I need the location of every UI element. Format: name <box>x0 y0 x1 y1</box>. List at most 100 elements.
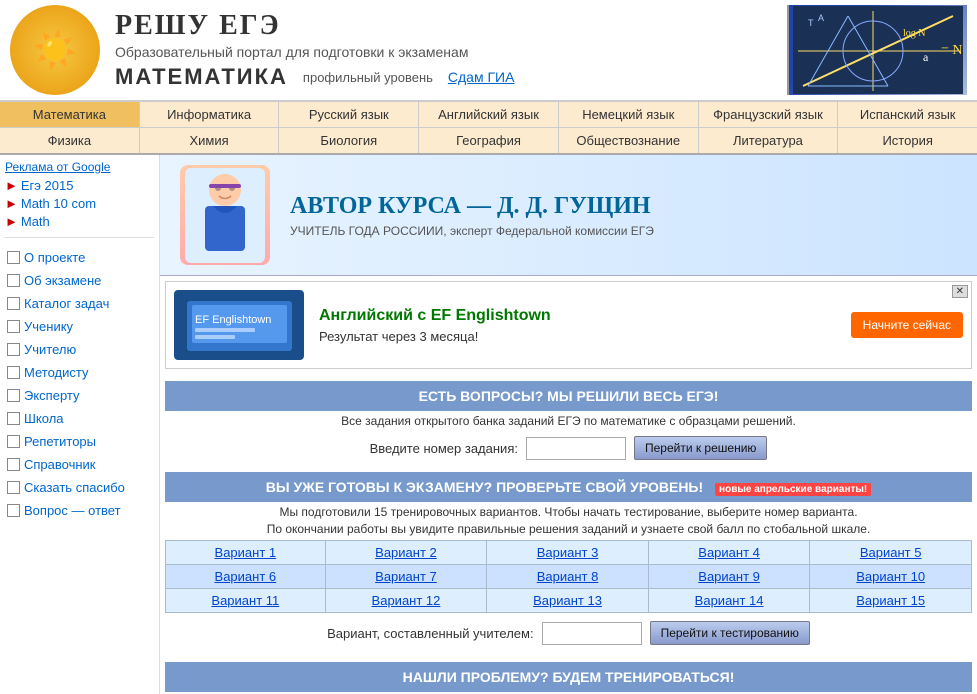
checkbox-tutors <box>7 435 20 448</box>
variants-row-1: Вариант 1 Вариант 2 Вариант 3 Вариант 4 … <box>166 541 972 565</box>
sidebar-reference[interactable]: Справочник <box>5 453 154 476</box>
ad-item-ege[interactable]: ► Егэ 2015 <box>5 178 154 193</box>
task-number-input[interactable] <box>526 437 626 460</box>
variant-cell: Вариант 8 <box>487 565 649 589</box>
nav-english[interactable]: Английский язык <box>419 102 559 127</box>
sidebar-label-thanks: Сказать спасибо <box>24 480 125 495</box>
checkbox-school <box>7 412 20 425</box>
sidebar-label-about: О проекте <box>24 250 85 265</box>
variant-4-link[interactable]: Вариант 4 <box>698 545 760 560</box>
checkbox-reference <box>7 458 20 471</box>
nav-geography[interactable]: География <box>419 128 559 153</box>
sidebar-label-reference: Справочник <box>24 457 96 472</box>
sidebar-label-student: Ученику <box>24 319 73 334</box>
sidebar-teacher[interactable]: Учителю <box>5 338 154 361</box>
sidebar-catalog[interactable]: Каталог задач <box>5 292 154 315</box>
svg-text:EF Englishtown: EF Englishtown <box>195 314 271 326</box>
sidebar-school[interactable]: Школа <box>5 407 154 430</box>
checkbox-teacher <box>7 343 20 356</box>
sidebar-label-tutors: Репетиторы <box>24 434 96 449</box>
header-math-row: МАТЕМАТИКА профильный уровень Сдам ГИА <box>115 64 787 90</box>
ads-label[interactable]: Реклама от Google <box>5 160 154 174</box>
variant-7-link[interactable]: Вариант 7 <box>375 569 437 584</box>
variant-11-link[interactable]: Вариант 11 <box>211 593 279 608</box>
exam-sub1: Мы подготовили 15 тренировочных варианто… <box>165 505 972 519</box>
nav-literature[interactable]: Литература <box>699 128 839 153</box>
variant-12-link[interactable]: Вариант 12 <box>372 593 441 608</box>
sidebar-qa[interactable]: Вопрос — ответ <box>5 499 154 522</box>
task-input-row: Введите номер задания: Перейти к решению <box>165 436 972 460</box>
nav-spanish[interactable]: Испанский язык <box>838 102 977 127</box>
variant-cell: Вариант 9 <box>648 565 810 589</box>
sidebar-methodist[interactable]: Методисту <box>5 361 154 384</box>
nav-social[interactable]: Обществознание <box>559 128 699 153</box>
ad-item-math[interactable]: ► Math <box>5 214 154 229</box>
nav-german[interactable]: Немецкий язык <box>559 102 699 127</box>
header-text: РЕШУ ЕГЭ Образовательный портал для подг… <box>115 10 787 90</box>
sidebar-expert[interactable]: Эксперту <box>5 384 154 407</box>
section-exam: ВЫ УЖЕ ГОТОВЫ К ЭКЗАМЕНУ? ПРОВЕРЬТЕ СВОЙ… <box>160 470 977 655</box>
sidebar: Реклама от Google ► Егэ 2015 ► Math 10 c… <box>0 155 160 694</box>
variant-3-link[interactable]: Вариант 3 <box>537 545 599 560</box>
sidebar-label-school: Школа <box>24 411 64 426</box>
header-decoration: log N a = N T A <box>787 5 967 95</box>
variant-13-link[interactable]: Вариант 13 <box>533 593 602 608</box>
variant-15-link[interactable]: Вариант 15 <box>856 593 925 608</box>
checkbox-exam <box>7 274 20 287</box>
variant-14-link[interactable]: Вариант 14 <box>695 593 764 608</box>
go-to-solution-button[interactable]: Перейти к решению <box>634 436 767 460</box>
nav-math[interactable]: Математика <box>0 102 140 127</box>
variant-cell: Вариант 4 <box>648 541 810 565</box>
ef-start-button[interactable]: Начните сейчас <box>851 312 963 338</box>
variant-6-link[interactable]: Вариант 6 <box>215 569 277 584</box>
task-input-label: Введите номер задания: <box>370 441 518 456</box>
svg-text:A: A <box>818 13 824 23</box>
author-image <box>180 165 270 265</box>
questions-header: ЕСТЬ ВОПРОСЫ? МЫ РЕШИЛИ ВЕСЬ ЕГЭ! <box>165 381 972 411</box>
sidebar-label-teacher: Учителю <box>24 342 76 357</box>
nav-chemistry[interactable]: Химия <box>140 128 280 153</box>
site-title: РЕШУ ЕГЭ <box>115 10 787 42</box>
variant-2-link[interactable]: Вариант 2 <box>375 545 437 560</box>
variant-cell: Вариант 3 <box>487 541 649 565</box>
checkbox-student <box>7 320 20 333</box>
nav-history[interactable]: История <box>838 128 977 153</box>
ad-item-math10[interactable]: ► Math 10 com <box>5 196 154 211</box>
train-header: НАШЛИ ПРОБЛЕМУ? БУДЕМ ТРЕНИРОВАТЬСЯ! <box>165 662 972 692</box>
variant-cell: Вариант 12 <box>325 589 487 613</box>
svg-text:T: T <box>808 18 814 28</box>
variant-5-link[interactable]: Вариант 5 <box>860 545 922 560</box>
ad-label-math10: Math 10 com <box>21 196 96 211</box>
sidebar-label-expert: Эксперту <box>24 388 80 403</box>
sidebar-divider <box>5 237 154 238</box>
nav-russian[interactable]: Русский язык <box>279 102 419 127</box>
nav-french[interactable]: Французский язык <box>699 102 839 127</box>
ef-close-button[interactable]: ✕ <box>952 285 968 298</box>
variant-cell: Вариант 1 <box>166 541 326 565</box>
author-info: АВТОР КУРСА — Д. Д. ГУЩИН УЧИТЕЛЬ ГОДА Р… <box>290 193 654 238</box>
variant-10-link[interactable]: Вариант 10 <box>856 569 925 584</box>
nav-informatics[interactable]: Информатика <box>140 102 280 127</box>
go-to-test-button[interactable]: Перейти к тестированию <box>650 621 810 645</box>
sidebar-about[interactable]: О проекте <box>5 246 154 269</box>
teacher-variant-input[interactable] <box>542 622 642 645</box>
sidebar-tutors[interactable]: Репетиторы <box>5 430 154 453</box>
sidebar-exam[interactable]: Об экзамене <box>5 269 154 292</box>
nav-biology[interactable]: Биология <box>279 128 419 153</box>
sidebar-student[interactable]: Ученику <box>5 315 154 338</box>
nav-top: Математика Информатика Русский язык Англ… <box>0 101 977 128</box>
ef-banner: EF Englishtown Английский с EF Englishto… <box>165 281 972 369</box>
variant-1-link[interactable]: Вариант 1 <box>215 545 277 560</box>
variant-8-link[interactable]: Вариант 8 <box>537 569 599 584</box>
teacher-label: Вариант, составленный учителем: <box>327 626 533 641</box>
ef-text: Английский с EF Englishtown Результат че… <box>319 307 851 344</box>
content-area: АВТОР КУРСА — Д. Д. ГУЩИН УЧИТЕЛЬ ГОДА Р… <box>160 155 977 694</box>
gia-link[interactable]: Сдам ГИА <box>448 69 515 85</box>
sidebar-thanks[interactable]: Сказать спасибо <box>5 476 154 499</box>
nav-physics[interactable]: Физика <box>0 128 140 153</box>
arrow-icon-3: ► <box>5 214 18 229</box>
ef-image: EF Englishtown <box>174 290 304 360</box>
variant-9-link[interactable]: Вариант 9 <box>698 569 760 584</box>
variants-table: Вариант 1 Вариант 2 Вариант 3 Вариант 4 … <box>165 540 972 613</box>
checkbox-expert <box>7 389 20 402</box>
